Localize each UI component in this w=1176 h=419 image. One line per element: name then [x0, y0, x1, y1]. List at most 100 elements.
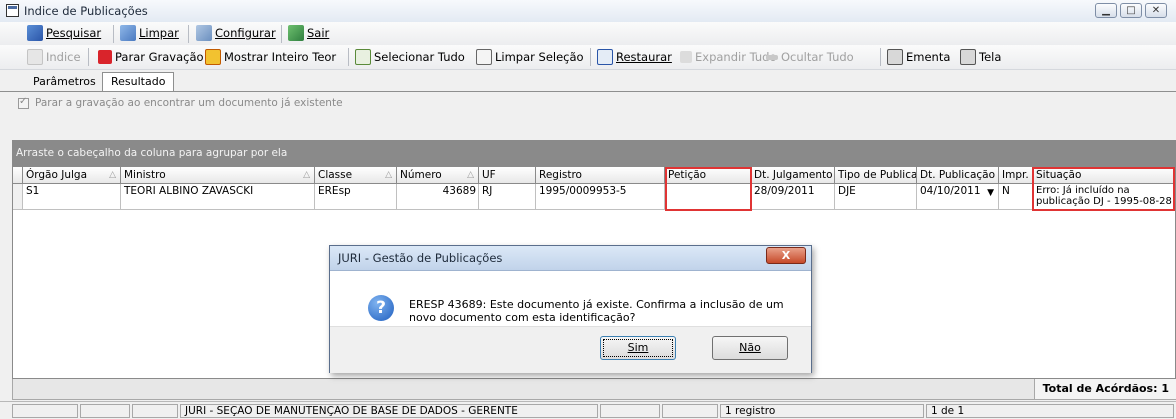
show-full-text-button[interactable]: Mostrar Inteiro Teor	[205, 46, 336, 68]
stop-on-duplicate-checkbox[interactable]	[18, 96, 29, 109]
wrench-icon	[196, 25, 212, 41]
toolbar-separator	[281, 25, 282, 43]
cell-orgao[interactable]: S1	[23, 184, 121, 210]
result-toolbar: Indice Parar Gravação Mostrar Inteiro Te…	[0, 45, 1176, 70]
toolbar-separator	[880, 48, 881, 66]
window-titlebar: Indice de Publicações ▁ □ ✕	[0, 0, 1176, 23]
select-all-button[interactable]: Selecionar Tudo	[355, 46, 465, 68]
dialog-button-row: Sim Não	[330, 326, 811, 373]
cell-tipo-publicacao[interactable]: DJE	[835, 184, 917, 210]
tab-parametros[interactable]: Parâmetros	[24, 72, 105, 92]
status-panel	[80, 404, 130, 418]
status-user: JURI - SEÇÃO DE MANUTENÇÃO DE BASE DE DA…	[180, 404, 598, 418]
stop-on-duplicate-option[interactable]: Parar a gravação ao encontrar um documen…	[18, 96, 343, 110]
tab-divider	[0, 91, 1176, 92]
main-toolbar: Pesquisar Limpar Configurar Sair	[0, 22, 1176, 46]
cell-uf[interactable]: RJ	[479, 184, 536, 210]
column-header-ministro[interactable]: Ministro △	[121, 167, 315, 184]
toolbar-separator	[590, 48, 591, 66]
sort-icon: △	[467, 170, 474, 180]
status-panel	[132, 404, 178, 418]
collapse-all-button[interactable]: Ocultar Tudo	[766, 46, 854, 68]
search-button[interactable]: Pesquisar	[27, 22, 101, 44]
pub-index-icon	[27, 49, 43, 65]
column-header-uf[interactable]: UF	[479, 167, 536, 184]
column-header-orgao[interactable]: Órgão Julga △	[23, 167, 121, 184]
no-button[interactable]: Não	[712, 336, 788, 360]
cell-dt-publicacao[interactable]: 04/10/2011 ▼	[917, 184, 999, 210]
totals-label: Total de Acórdãos: 1	[1042, 382, 1169, 395]
status-panel	[12, 404, 78, 418]
search-icon	[27, 25, 43, 41]
cell-registro[interactable]: 1995/0009953-5	[536, 184, 665, 210]
column-header-classe[interactable]: Classe △	[315, 167, 397, 184]
clear-button[interactable]: Limpar	[120, 22, 179, 44]
column-header-registro[interactable]: Registro	[536, 167, 665, 184]
toolbar-separator	[88, 48, 89, 66]
status-panel	[662, 404, 718, 418]
expand-icon	[680, 51, 692, 63]
configure-button[interactable]: Configurar	[196, 22, 276, 44]
printer-icon	[887, 49, 903, 65]
stop-icon	[98, 50, 112, 64]
sort-icon: △	[109, 170, 116, 180]
totals-bar: Total de Acórdãos: 1	[12, 379, 1176, 400]
index-button[interactable]: Indice	[27, 46, 81, 68]
close-window-icon[interactable]: ✕	[1145, 3, 1167, 18]
column-header-numero[interactable]: Número △	[397, 167, 479, 184]
eraser-icon	[120, 25, 136, 41]
dialog-titlebar: JURI - Gestão de Publicações X	[330, 246, 811, 271]
window-title: Indice de Publicações	[24, 4, 148, 18]
dialog-message: ERESP 43689: Este documento já existe. C…	[409, 298, 784, 324]
toolbar-separator	[188, 25, 189, 43]
column-header-peticao[interactable]: Petição	[665, 167, 751, 184]
restore-icon	[597, 49, 613, 65]
confirm-dialog: JURI - Gestão de Publicações X ? ERESP 4…	[329, 245, 812, 373]
tab-resultado[interactable]: Resultado	[102, 72, 175, 91]
exit-button[interactable]: Sair	[288, 22, 329, 44]
dropdown-arrow-icon[interactable]: ▼	[987, 188, 994, 198]
printer-icon	[960, 49, 976, 65]
toolbar-separator	[348, 48, 349, 66]
cell-ministro[interactable]: TEORI ALBINO ZAVASCKI	[121, 184, 315, 210]
sort-icon: △	[303, 170, 310, 180]
tab-strip: Parâmetros Resultado	[0, 69, 1176, 91]
cell-classe[interactable]: EREsp	[315, 184, 397, 210]
dialog-title: JURI - Gestão de Publicações	[338, 251, 503, 265]
clear-selection-button[interactable]: Limpar Seleção	[476, 46, 584, 68]
column-header-tipo-publicacao[interactable]: Tipo de Publica	[835, 167, 917, 184]
row-indicator[interactable]	[13, 184, 23, 210]
status-panel	[600, 404, 660, 418]
toolbar-separator	[113, 25, 114, 43]
window-icon	[6, 4, 19, 17]
stop-recording-button[interactable]: Parar Gravação	[98, 46, 204, 68]
row-indicator-header	[13, 167, 23, 184]
screen-print-button[interactable]: Tela	[960, 46, 1001, 68]
yes-button[interactable]: Sim	[600, 336, 676, 360]
collapse-icon	[766, 54, 778, 60]
ementa-print-button[interactable]: Ementa	[887, 46, 950, 68]
cell-impr[interactable]: N	[999, 184, 1033, 210]
column-header-dt-publicacao[interactable]: Dt. Publicação	[917, 167, 999, 184]
restore-button[interactable]: Restaurar	[597, 46, 672, 68]
status-bar: JURI - SEÇÃO DE MANUTENÇÃO DE BASE DE DA…	[0, 401, 1176, 419]
cell-peticao[interactable]	[665, 184, 751, 210]
status-pages: 1 de 1	[926, 404, 1174, 418]
question-icon: ?	[368, 295, 394, 321]
minimize-icon[interactable]: ▁	[1095, 3, 1117, 18]
maximize-icon[interactable]: □	[1120, 3, 1142, 18]
group-by-panel[interactable]: Arraste o cabeçalho da coluna para agrup…	[12, 140, 1176, 166]
exit-door-icon	[288, 25, 304, 41]
cell-dt-julgamento[interactable]: 28/09/2011	[751, 184, 835, 210]
dialog-close-button[interactable]: X	[766, 247, 806, 264]
expand-all-button[interactable]: Expandir Tudo	[680, 46, 777, 68]
select-all-icon	[355, 49, 371, 65]
cell-situacao[interactable]: Erro: Já incluído na publicação DJ - 199…	[1033, 184, 1175, 210]
sort-icon: △	[385, 170, 392, 180]
column-header-impr[interactable]: Impr.	[999, 167, 1033, 184]
cell-numero[interactable]: 43689	[397, 184, 479, 210]
clear-selection-icon	[476, 49, 492, 65]
status-records: 1 registro	[720, 404, 924, 418]
column-header-dt-julgamento[interactable]: Dt. Julgamento	[751, 167, 835, 184]
column-header-situacao[interactable]: Situação	[1033, 167, 1175, 184]
